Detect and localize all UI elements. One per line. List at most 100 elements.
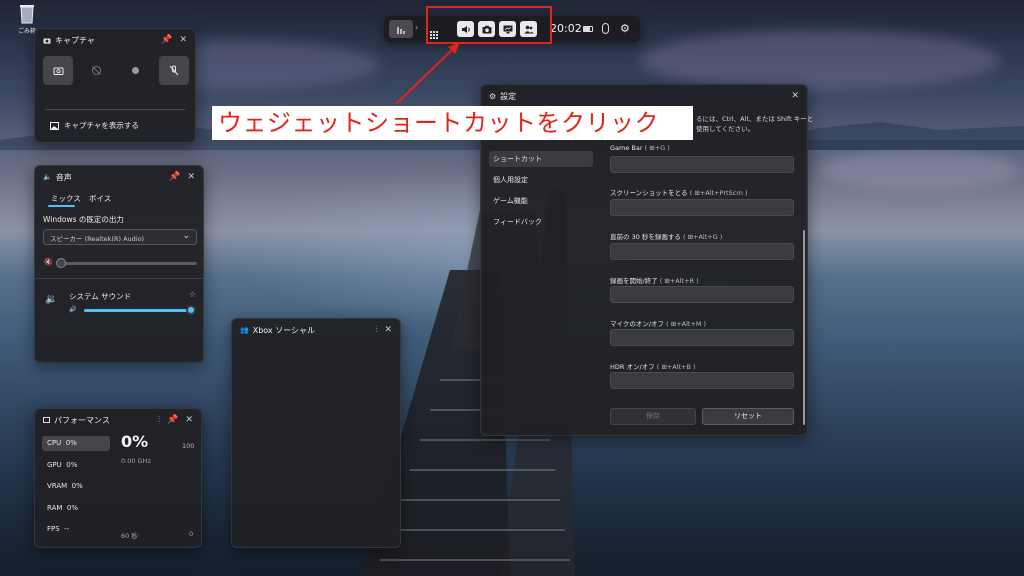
settings-scrollbar[interactable]	[803, 230, 805, 425]
master-volume-slider[interactable]	[56, 258, 197, 268]
shortcut-name: Game Bar	[610, 144, 643, 152]
shortcut-input-mic-toggle[interactable]	[610, 329, 794, 346]
shortcut-label-record-last-30s: 直前の 30 秒を録画する ( ⊞+Alt+G )	[610, 231, 722, 241]
perf-row-vram[interactable]: VRAM 0%	[42, 479, 110, 494]
perf-value: --	[64, 525, 70, 533]
history-disabled-icon	[91, 66, 101, 75]
close-icon[interactable]: ✕	[179, 35, 187, 45]
perf-row-fps[interactable]: FPS --	[42, 522, 110, 537]
gallery-icon	[50, 121, 59, 130]
tab-mix-underline	[48, 205, 75, 207]
shortcut-label-hdr-toggle: HDR オン/オフ ( ⊞+Alt+B )	[610, 361, 696, 371]
record-last-30s-button[interactable]	[81, 56, 111, 85]
monitor-icon	[43, 417, 50, 423]
shortcut-keys: ( ⊞+G )	[644, 144, 670, 152]
perf-row-gpu[interactable]: GPU 0%	[42, 458, 110, 473]
shortcut-name: スクリーンショットをとる	[610, 189, 688, 197]
app-name: システム サウンド	[69, 292, 132, 301]
perf-big-value: 0%	[121, 432, 149, 451]
reset-button[interactable]: リセット	[702, 408, 794, 425]
app-volume-fill	[84, 309, 192, 312]
battery-icon	[583, 26, 593, 32]
settings-intro-line2: 使用してください。	[696, 125, 755, 133]
perf-value: 0%	[66, 461, 78, 469]
perf-scale-max: 100	[182, 442, 195, 450]
sky-cloud	[640, 30, 1000, 90]
perf-label: CPU	[47, 439, 62, 447]
perf-sub-value: 0.00 GHz	[121, 457, 151, 465]
camera-icon	[53, 67, 63, 75]
close-icon[interactable]: ✕	[187, 172, 195, 182]
xbox-social-widget: 👥 Xbox ソーシャル ⫶ ✕	[231, 318, 401, 548]
master-mute-icon[interactable]: 🔇	[44, 258, 53, 266]
clock: 20:02	[550, 22, 582, 35]
tab-mix[interactable]: ミックス	[51, 193, 81, 204]
close-icon[interactable]: ✕	[384, 325, 392, 335]
options-icon[interactable]: ⫶	[158, 415, 160, 425]
shortcut-input-hdr-toggle[interactable]	[610, 372, 794, 389]
app-volume-thumb[interactable]	[186, 305, 196, 315]
perf-value: 0%	[66, 504, 78, 512]
shortcut-keys: ( ⊞+Alt+B )	[656, 363, 696, 371]
camera-icon	[43, 38, 51, 44]
perf-label: RAM	[47, 504, 63, 512]
mouse-icon	[602, 23, 609, 34]
save-button[interactable]: 保存	[610, 408, 696, 425]
shortcut-name: HDR オン/オフ	[610, 363, 655, 371]
filter-icon[interactable]: ⫶	[375, 325, 377, 335]
nav-shortcuts[interactable]: ショートカット	[489, 151, 593, 167]
master-volume-thumb[interactable]	[56, 258, 66, 268]
speaker-icon: 🔈	[43, 173, 52, 181]
shortcut-keys: ( ⊞+Alt+R )	[659, 277, 699, 285]
social-header: 👥 Xbox ソーシャル ⫶ ✕	[232, 319, 400, 341]
chevron-right-icon[interactable]: ›	[415, 23, 418, 32]
capture-header: キャプチャ 📌 ✕	[35, 29, 195, 51]
shortcut-name: 直前の 30 秒を録画する	[610, 233, 681, 241]
shortcut-input-record-last-30s[interactable]	[610, 243, 794, 260]
people-icon: 👥	[240, 326, 249, 334]
record-dot-icon	[131, 67, 139, 74]
pin-icon[interactable]: 📌	[161, 35, 172, 45]
trash-icon	[20, 5, 34, 24]
start-recording-button[interactable]	[120, 56, 150, 85]
audio-header: 🔈 音声 📌 ✕	[35, 166, 203, 188]
perf-row-cpu[interactable]: CPU 0%	[42, 436, 110, 451]
gear-icon: ⚙	[620, 22, 630, 35]
shortcut-name: マイクのオン/オフ	[610, 320, 665, 328]
close-icon[interactable]: ✕	[791, 91, 799, 101]
perf-time-label: 60 秒	[121, 532, 138, 540]
mic-toggle-button[interactable]	[159, 56, 189, 85]
tab-voice[interactable]: ボイス	[89, 193, 111, 204]
capture-title: キャプチャ	[55, 35, 95, 45]
show-captures-link[interactable]: キャプチャを表示する	[50, 120, 139, 131]
app-volume-icon[interactable]: 🔊	[69, 306, 76, 313]
nav-gaming-features[interactable]: ゲーム機能	[489, 193, 593, 209]
social-title: Xbox ソーシャル	[252, 325, 316, 335]
perf-row-ram[interactable]: RAM 0%	[42, 501, 110, 516]
pin-icon[interactable]: 📌	[169, 172, 180, 182]
capture-widget: キャプチャ 📌 ✕ キャプチャを表示する	[34, 28, 196, 143]
shortcut-keys: ( ⊞+Alt+PrtScrn )	[689, 189, 748, 197]
app-volume-slider[interactable]	[84, 305, 196, 315]
favorite-star-icon[interactable]: ☆	[189, 290, 196, 299]
annotation-arrow	[395, 42, 460, 105]
output-device-select[interactable]: スピーカー (Realtek(R) Audio) ⌄	[43, 229, 197, 245]
shortcut-label-mic-toggle: マイクのオン/オフ ( ⊞+Alt+M )	[610, 318, 706, 328]
pin-icon[interactable]: 📌	[167, 415, 178, 425]
audio-title: 音声	[55, 172, 72, 182]
xbox-home-button[interactable]	[389, 20, 413, 38]
shortcut-name: 録画を開始/終了	[610, 277, 658, 285]
screenshot-button[interactable]	[43, 56, 73, 85]
close-icon[interactable]: ✕	[185, 415, 193, 425]
nav-feedback[interactable]: フィードバック	[489, 214, 593, 230]
perf-label: GPU	[47, 461, 62, 469]
shortcut-input-screenshot[interactable]	[610, 199, 794, 216]
perf-scale-min: 0	[189, 530, 194, 538]
annotation-callout: ウェジェットショートカットをクリック	[212, 106, 693, 140]
settings-button[interactable]: ⚙	[620, 22, 630, 35]
sky-cloud	[820, 150, 1020, 190]
shortcut-input-gamebar[interactable]	[610, 156, 794, 173]
app-speaker-icon: 🔉	[45, 294, 58, 305]
nav-personalization[interactable]: 個人用設定	[489, 172, 593, 188]
shortcut-input-start-stop-recording[interactable]	[610, 286, 794, 303]
